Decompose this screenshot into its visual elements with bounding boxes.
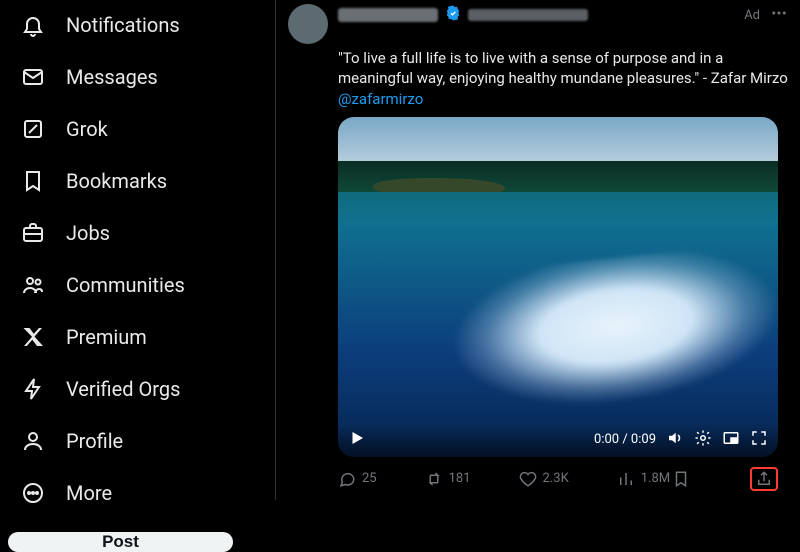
sidebar-item-label: Grok (66, 117, 108, 141)
person-icon (20, 428, 46, 454)
play-icon[interactable] (348, 429, 366, 451)
promoted-tweet: Ad "To live a full life is to live with … (288, 4, 788, 491)
reply-button[interactable]: 25 (338, 470, 377, 488)
communities-icon (20, 272, 46, 298)
sidebar-item-bookmarks[interactable]: Bookmarks (8, 156, 267, 206)
like-count: 2.3K (543, 471, 569, 486)
bookmark-icon (20, 168, 46, 194)
timeline: Ad "To live a full life is to live with … (275, 0, 800, 500)
sidebar-item-grok[interactable]: Grok (8, 104, 267, 154)
sidebar-item-label: Profile (66, 429, 123, 453)
sidebar-item-more[interactable]: More (8, 468, 267, 518)
mention-link[interactable]: @zafarmirzo (338, 90, 423, 108)
sidebar: Notifications Messages Grok Bookmarks Jo… (0, 0, 275, 500)
lightning-icon (20, 376, 46, 402)
tweet-text: "To live a full life is to live with a s… (338, 48, 788, 109)
retweet-button[interactable]: 181 (425, 470, 471, 488)
pip-icon[interactable] (722, 429, 740, 451)
author-handle[interactable] (468, 9, 588, 21)
sidebar-item-verified-orgs[interactable]: Verified Orgs (8, 364, 267, 414)
sidebar-item-label: Communities (66, 273, 185, 297)
share-button[interactable] (750, 467, 778, 491)
sidebar-item-label: More (66, 481, 112, 505)
verified-badge-icon (444, 4, 462, 26)
video-thumbnail (338, 117, 778, 457)
volume-icon[interactable] (666, 429, 684, 451)
grok-icon (20, 116, 46, 142)
reply-count: 25 (362, 471, 377, 486)
sidebar-item-label: Verified Orgs (66, 377, 180, 401)
sidebar-item-jobs[interactable]: Jobs (8, 208, 267, 258)
sidebar-item-label: Premium (66, 325, 147, 349)
envelope-icon (20, 64, 46, 90)
more-circle-icon (20, 480, 46, 506)
bookmark-button[interactable] (672, 467, 690, 491)
briefcase-icon (20, 220, 46, 246)
sidebar-item-label: Jobs (66, 221, 110, 245)
sidebar-item-notifications[interactable]: Notifications (8, 0, 267, 50)
video-time: 0:00 / 0:09 (594, 432, 656, 447)
sidebar-item-profile[interactable]: Profile (8, 416, 267, 466)
sidebar-item-messages[interactable]: Messages (8, 52, 267, 102)
avatar[interactable] (288, 4, 328, 44)
sidebar-item-label: Messages (66, 65, 158, 89)
ad-label: Ad (744, 8, 760, 23)
view-count: 1.8M (641, 471, 670, 486)
x-logo-icon (20, 324, 46, 350)
post-button[interactable]: Post (8, 532, 233, 552)
video-controls: 0:00 / 0:09 (338, 423, 778, 457)
retweet-count: 181 (449, 471, 471, 486)
bell-icon (20, 12, 46, 38)
fullscreen-icon[interactable] (750, 429, 768, 451)
tweet-more-icon[interactable] (770, 4, 788, 26)
views-button[interactable]: 1.8M (617, 470, 670, 488)
sidebar-item-premium[interactable]: Premium (8, 312, 267, 362)
sidebar-item-communities[interactable]: Communities (8, 260, 267, 310)
author-name[interactable] (338, 8, 438, 22)
like-button[interactable]: 2.3K (519, 470, 569, 488)
sidebar-item-label: Bookmarks (66, 169, 167, 193)
sidebar-item-label: Notifications (66, 13, 180, 37)
tweet-actions: 25 181 2.3K 1.8M (338, 467, 778, 491)
settings-gear-icon[interactable] (694, 429, 712, 451)
tweet-video[interactable]: 0:00 / 0:09 (338, 117, 778, 457)
